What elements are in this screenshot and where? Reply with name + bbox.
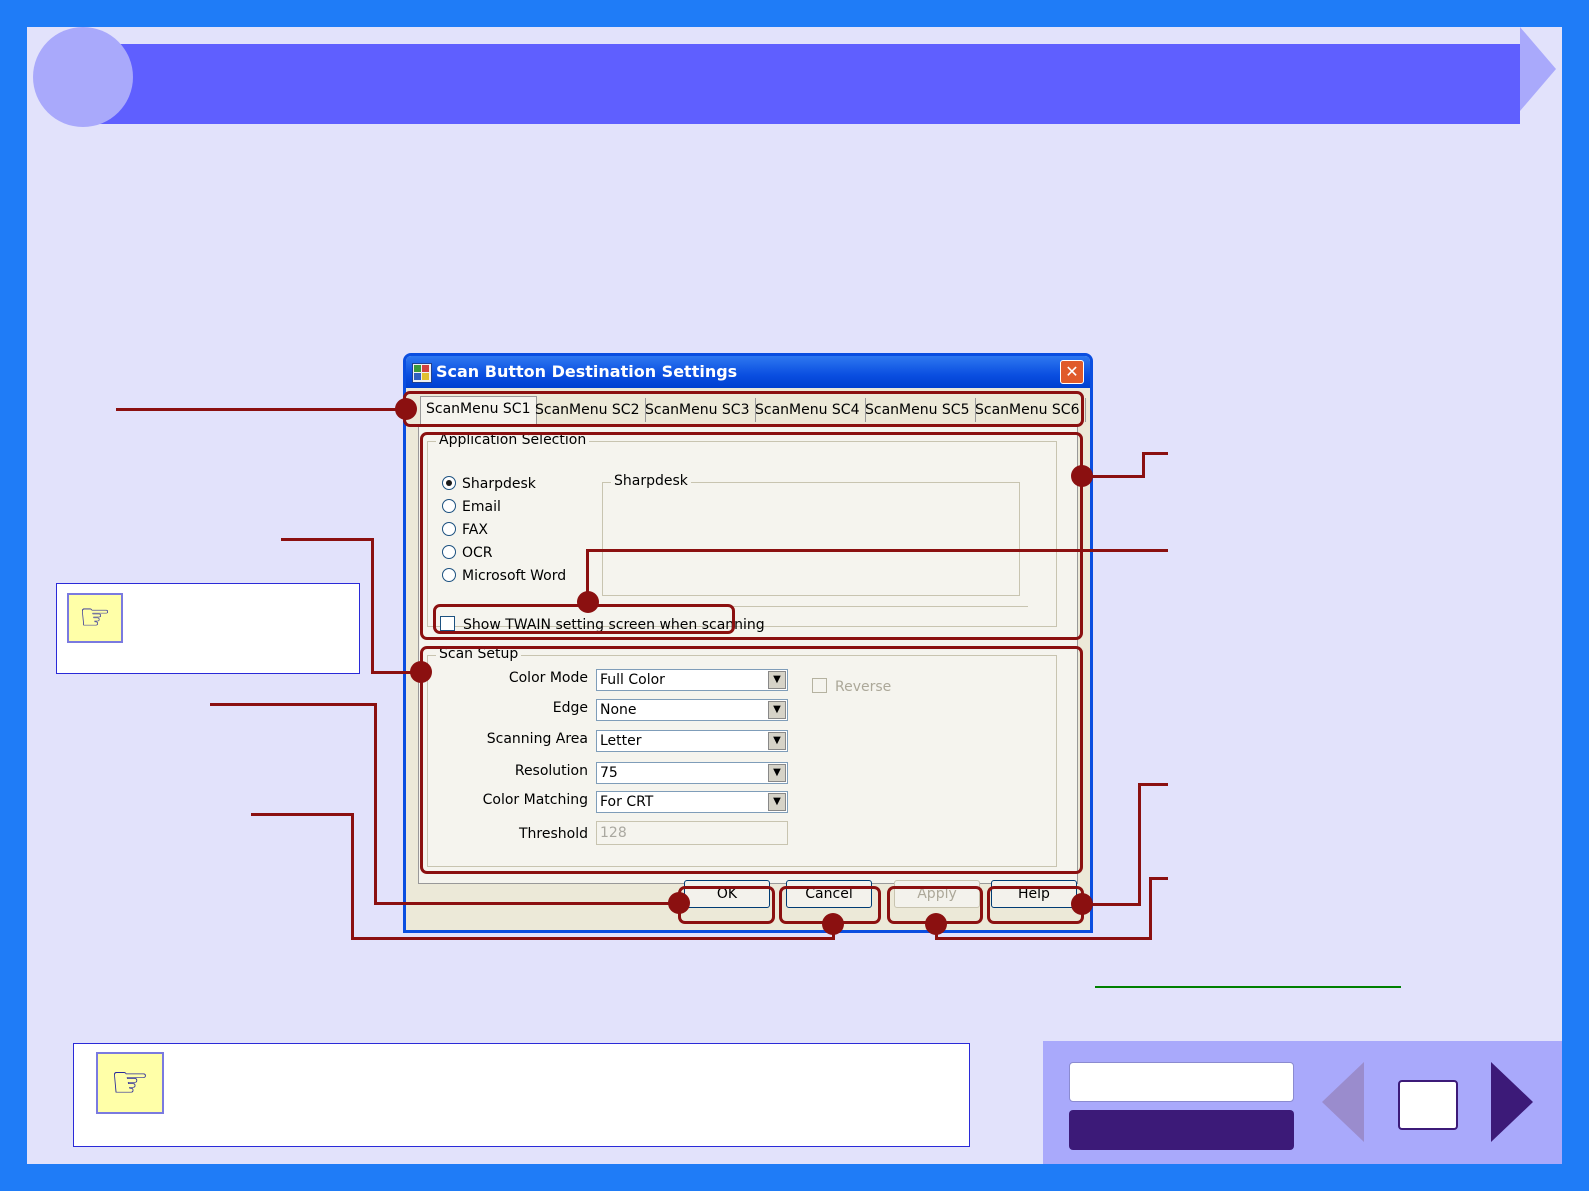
note-box-large: ☞ xyxy=(73,1043,970,1147)
callout-dot xyxy=(395,398,417,420)
callout-line xyxy=(374,902,680,905)
help-button-highlight xyxy=(987,886,1084,924)
tabs-highlight xyxy=(403,391,1084,427)
note-box-small: ☞ xyxy=(56,583,360,674)
callout-dot xyxy=(1071,465,1093,487)
callout-line xyxy=(251,813,354,816)
callout-dot xyxy=(577,591,599,613)
page-number-box xyxy=(1398,1080,1458,1130)
callout-line xyxy=(586,549,1168,552)
callout-line xyxy=(1138,783,1141,906)
callout-line xyxy=(1142,452,1168,455)
callout-line xyxy=(1149,877,1152,940)
callout-dot xyxy=(822,913,844,935)
app-icon xyxy=(412,363,432,383)
previous-page-icon[interactable] xyxy=(1322,1062,1364,1142)
pointing-hand-glyph: ☞ xyxy=(110,1057,150,1108)
callout-dot xyxy=(925,913,947,935)
dialog-titlebar[interactable]: Scan Button Destination Settings ✕ xyxy=(406,356,1090,388)
callout-line xyxy=(371,538,374,673)
callout-line xyxy=(1085,475,1145,478)
pointing-hand-glyph: ☞ xyxy=(78,597,112,638)
title-banner-arrow xyxy=(1520,27,1556,111)
contents-button[interactable] xyxy=(1069,1062,1294,1102)
callout-line xyxy=(210,703,376,706)
ok-button-highlight xyxy=(678,886,775,924)
pointing-hand-icon: ☞ xyxy=(96,1052,164,1114)
callout-line xyxy=(281,538,373,541)
callout-line xyxy=(935,937,1152,940)
callout-dot xyxy=(668,892,690,914)
pointing-hand-icon: ☞ xyxy=(67,593,123,643)
callout-line xyxy=(374,703,377,904)
index-button[interactable] xyxy=(1069,1110,1294,1150)
underlined-link[interactable] xyxy=(1095,986,1401,988)
callout-line xyxy=(116,408,406,411)
callout-line xyxy=(1085,903,1141,906)
title-banner xyxy=(90,44,1520,124)
next-page-icon[interactable] xyxy=(1491,1062,1533,1142)
callout-dot xyxy=(1071,893,1093,915)
dialog-title: Scan Button Destination Settings xyxy=(436,362,738,381)
close-icon[interactable]: ✕ xyxy=(1060,360,1084,384)
scan-setup-highlight xyxy=(420,646,1083,874)
callout-line xyxy=(351,813,354,939)
callout-line xyxy=(1138,783,1168,786)
callout-dot xyxy=(410,661,432,683)
title-circle xyxy=(33,27,133,127)
callout-line xyxy=(351,937,835,940)
